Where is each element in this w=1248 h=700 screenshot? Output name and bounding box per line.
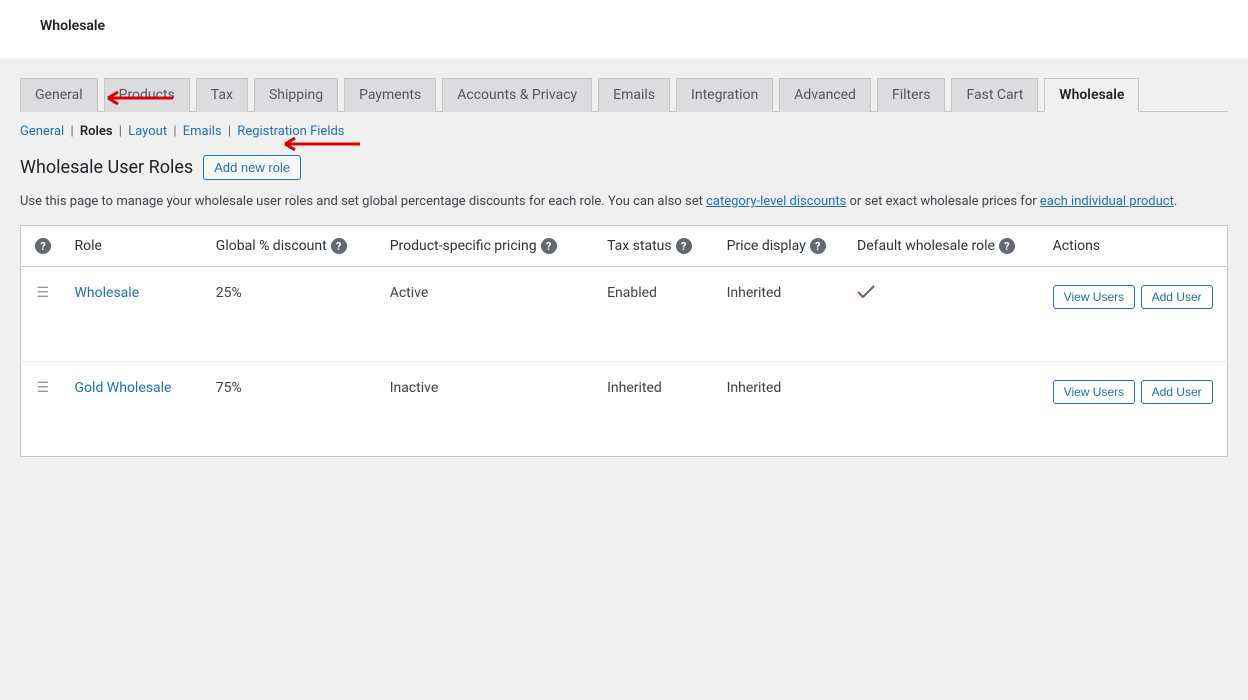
link-individual-product[interactable]: each individual product xyxy=(1040,194,1174,209)
role-link[interactable]: Gold Wholesale xyxy=(75,380,172,396)
link-category-discounts[interactable]: category-level discounts xyxy=(706,194,846,209)
page-title: Wholesale User Roles xyxy=(20,157,193,178)
subtabs: General | Roles | Layout | Emails | Regi… xyxy=(20,122,1228,155)
cell-default xyxy=(847,267,1043,362)
subtab-general[interactable]: General xyxy=(20,124,64,139)
tab-tax[interactable]: Tax xyxy=(196,78,248,112)
help-icon[interactable]: ? xyxy=(35,238,51,254)
tab-filters[interactable]: Filters xyxy=(877,78,946,112)
column-tax: Tax status? xyxy=(597,226,717,267)
help-icon[interactable]: ? xyxy=(331,238,347,254)
column-discount: Global % discount? xyxy=(206,226,380,267)
help-icon[interactable]: ? xyxy=(810,238,826,254)
page-title-wrap: Wholesale User Roles Add new role xyxy=(20,155,1228,180)
subtab-layout[interactable]: Layout xyxy=(128,124,167,139)
column-pricing: Product-specific pricing? xyxy=(380,226,597,267)
help-icon[interactable]: ? xyxy=(999,238,1015,254)
nav-tabs: General Products Tax Shipping Payments A… xyxy=(20,78,1228,112)
column-price: Price display? xyxy=(717,226,847,267)
cell-discount: 75% xyxy=(206,362,380,457)
subtab-roles[interactable]: Roles xyxy=(80,124,113,139)
subtab-registration-fields[interactable]: Registration Fields xyxy=(237,124,344,139)
roles-table: ? Role Global % discount? Product-specif… xyxy=(20,225,1228,457)
cell-tax: Enabled xyxy=(597,267,717,362)
cell-pricing: Inactive xyxy=(380,362,597,457)
tab-general[interactable]: General xyxy=(20,78,98,112)
tab-products[interactable]: Products xyxy=(104,78,190,112)
checkmark-icon xyxy=(857,285,875,299)
cell-tax: Inherited xyxy=(597,362,717,457)
cell-price: Inherited xyxy=(717,267,847,362)
view-users-button[interactable]: View Users xyxy=(1053,380,1135,404)
page-header: Wholesale xyxy=(0,0,1248,58)
help-icon[interactable]: ? xyxy=(541,238,557,254)
add-user-button[interactable]: Add User xyxy=(1141,380,1213,404)
table-row: ☰ Wholesale 25% Active Enabled Inherited… xyxy=(21,267,1228,362)
table-row: ☰ Gold Wholesale 75% Inactive Inherited … xyxy=(21,362,1228,457)
role-link[interactable]: Wholesale xyxy=(75,285,140,301)
drag-handle-icon[interactable]: ☰ xyxy=(36,380,49,396)
column-default: Default wholesale role? xyxy=(847,226,1043,267)
add-user-button[interactable]: Add User xyxy=(1141,285,1213,309)
cell-price: Inherited xyxy=(717,362,847,457)
tab-emails[interactable]: Emails xyxy=(598,78,670,112)
tab-integration[interactable]: Integration xyxy=(676,78,773,112)
tab-shipping[interactable]: Shipping xyxy=(254,78,338,112)
content-area: General Products Tax Shipping Payments A… xyxy=(0,58,1248,477)
tab-payments[interactable]: Payments xyxy=(344,78,436,112)
tab-advanced[interactable]: Advanced xyxy=(779,78,871,112)
tab-accounts-privacy[interactable]: Accounts & Privacy xyxy=(442,78,592,112)
tab-wholesale[interactable]: Wholesale xyxy=(1044,78,1139,112)
add-new-role-button[interactable]: Add new role xyxy=(203,155,301,180)
column-role: Role xyxy=(65,226,206,267)
help-icon[interactable]: ? xyxy=(676,238,692,254)
cell-discount: 25% xyxy=(206,267,380,362)
header-title: Wholesale xyxy=(40,18,1208,34)
column-actions: Actions xyxy=(1043,226,1228,267)
cell-default xyxy=(847,362,1043,457)
description: Use this page to manage your wholesale u… xyxy=(20,194,1228,209)
subtab-emails[interactable]: Emails xyxy=(183,124,222,139)
view-users-button[interactable]: View Users xyxy=(1053,285,1135,309)
tab-fast-cart[interactable]: Fast Cart xyxy=(951,78,1038,112)
cell-pricing: Active xyxy=(380,267,597,362)
drag-handle-icon[interactable]: ☰ xyxy=(36,285,49,301)
